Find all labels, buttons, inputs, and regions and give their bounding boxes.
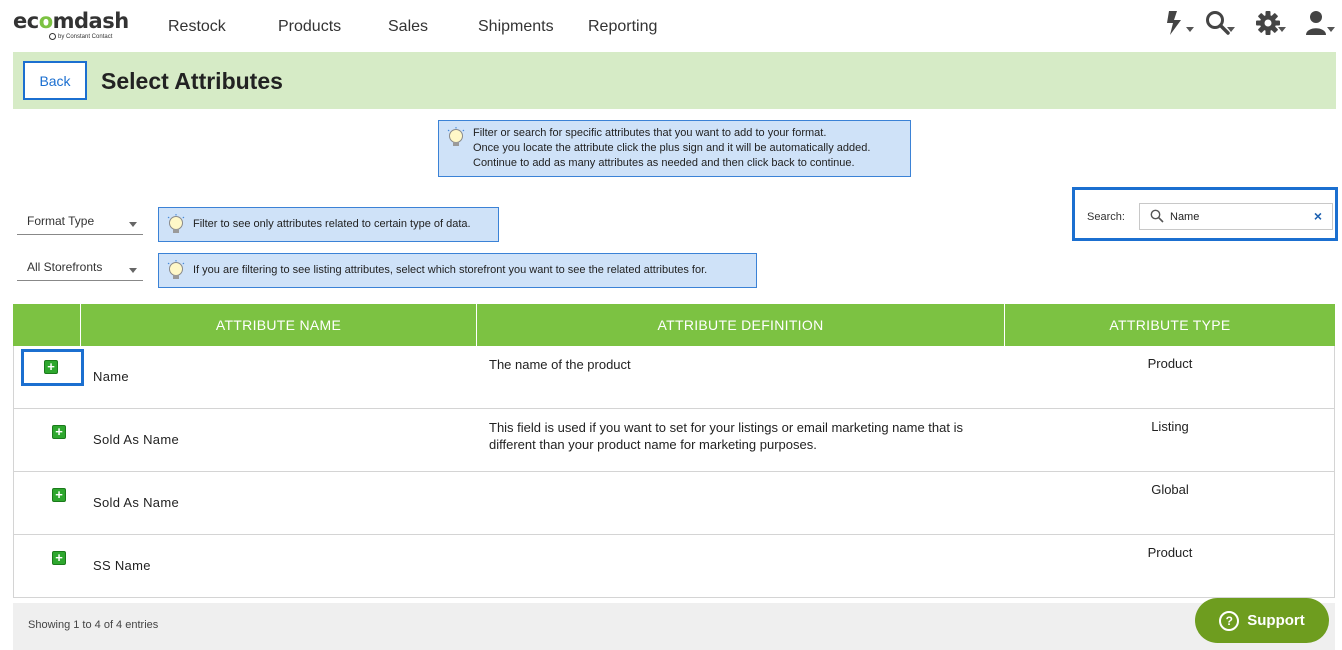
attribute-definition: The name of the product <box>489 357 631 372</box>
attribute-name: Sold As Name <box>93 495 179 510</box>
quick-actions-menu[interactable] <box>1164 8 1198 40</box>
lightbulb-icon <box>447 127 465 146</box>
user-icon <box>1306 11 1326 35</box>
top-navigation: ecomdash by Constant Contact Restock Pro… <box>0 0 1342 56</box>
format-type-hint-text: Filter to see only attributes related to… <box>193 218 471 230</box>
instruction-line: Continue to add as many attributes as ne… <box>473 157 855 169</box>
search-box[interactable]: × <box>1139 203 1333 230</box>
column-header-attribute-type[interactable]: ATTRIBUTE TYPE <box>1005 304 1335 346</box>
add-attribute-button[interactable]: + <box>52 488 66 502</box>
nav-sales[interactable]: Sales <box>388 18 428 36</box>
add-cell: + <box>22 539 84 574</box>
attribute-type: Global <box>1151 482 1189 497</box>
chevron-down-icon <box>1327 27 1335 32</box>
storefront-hint: If you are filtering to see listing attr… <box>158 253 757 288</box>
attribute-type: Product <box>1147 545 1193 560</box>
page-title: Select Attributes <box>101 68 283 94</box>
lightning-icon <box>1167 11 1181 35</box>
attribute-type: Product <box>1147 356 1193 371</box>
instruction-line: Once you locate the attribute click the … <box>473 142 871 154</box>
add-cell: + <box>21 349 84 386</box>
search-menu[interactable] <box>1205 8 1239 40</box>
add-cell: + <box>22 476 84 511</box>
table-row: + Sold As Name This field is used if you… <box>13 409 1335 472</box>
chevron-down-icon <box>1186 27 1194 32</box>
add-attribute-button[interactable]: + <box>44 360 58 374</box>
search-icon <box>1206 11 1230 35</box>
attributes-table: ATTRIBUTE NAME ATTRIBUTE DEFINITION ATTR… <box>13 304 1335 598</box>
table-footer: Showing 1 to 4 of 4 entries <box>13 603 1335 650</box>
dropdown-arrow-icon <box>129 268 137 273</box>
search-label: Search: <box>1087 211 1125 223</box>
column-header-add <box>13 304 81 346</box>
nav-shipments[interactable]: Shipments <box>478 18 554 36</box>
settings-menu[interactable] <box>1256 8 1290 40</box>
table-header: ATTRIBUTE NAME ATTRIBUTE DEFINITION ATTR… <box>13 304 1335 346</box>
attribute-name: Sold As Name <box>93 432 179 447</box>
constant-contact-icon <box>49 33 56 40</box>
instruction-line: Filter or search for specific attributes… <box>473 127 827 139</box>
logo-part: mdash <box>52 9 130 33</box>
lightbulb-icon <box>167 214 185 233</box>
nav-reporting[interactable]: Reporting <box>588 18 657 36</box>
format-type-select[interactable]: Format Type <box>17 211 143 235</box>
attribute-definition: This field is used if you want to set fo… <box>489 420 963 452</box>
nav-products[interactable]: Products <box>278 18 341 36</box>
gear-icon <box>1256 11 1280 35</box>
table-row: + SS Name Product <box>13 535 1335 598</box>
storefront-hint-text: If you are filtering to see listing attr… <box>193 264 708 276</box>
dropdown-arrow-icon <box>129 222 137 227</box>
help-icon: ? <box>1219 610 1240 631</box>
back-button[interactable]: Back <box>23 61 87 100</box>
logo-part: o <box>38 9 53 33</box>
chevron-down-icon <box>1227 27 1235 32</box>
user-menu[interactable] <box>1305 8 1339 40</box>
entries-info: Showing 1 to 4 of 4 entries <box>28 619 159 631</box>
ecomdash-logo[interactable]: ecomdash by Constant Contact <box>13 9 129 44</box>
attribute-name: SS Name <box>93 558 151 573</box>
search-area: Search: × <box>1072 187 1338 241</box>
add-attribute-button[interactable]: + <box>52 425 66 439</box>
add-attribute-button[interactable]: + <box>52 551 66 565</box>
search-icon <box>1150 209 1164 223</box>
format-type-hint: Filter to see only attributes related to… <box>158 207 499 242</box>
column-header-attribute-definition[interactable]: ATTRIBUTE DEFINITION <box>477 304 1005 346</box>
nav-restock[interactable]: Restock <box>168 18 226 36</box>
search-input[interactable] <box>1170 209 1300 225</box>
storefront-value: All Storefronts <box>27 260 103 274</box>
attribute-type: Listing <box>1151 419 1189 434</box>
support-label: Support <box>1247 612 1305 629</box>
logo-subtitle-text: by Constant Contact <box>58 33 113 40</box>
logo-subtitle: by Constant Contact <box>49 33 123 40</box>
table-row: + Name The name of the product Product <box>13 346 1335 409</box>
clear-search-button[interactable]: × <box>1314 208 1322 224</box>
format-type-value: Format Type <box>27 214 95 228</box>
storefront-select[interactable]: All Storefronts <box>17 257 143 281</box>
table-row: + Sold As Name Global <box>13 472 1335 535</box>
instructions-info-box: Filter or search for specific attributes… <box>438 120 911 177</box>
add-cell: + <box>22 413 84 448</box>
support-button[interactable]: ? Support <box>1195 598 1329 643</box>
logo-part: ec <box>13 9 39 33</box>
lightbulb-icon <box>167 260 185 279</box>
attribute-name: Name <box>93 369 129 384</box>
column-header-attribute-name[interactable]: ATTRIBUTE NAME <box>81 304 477 346</box>
page-header: Back Select Attributes <box>13 52 1336 109</box>
chevron-down-icon <box>1278 27 1286 32</box>
